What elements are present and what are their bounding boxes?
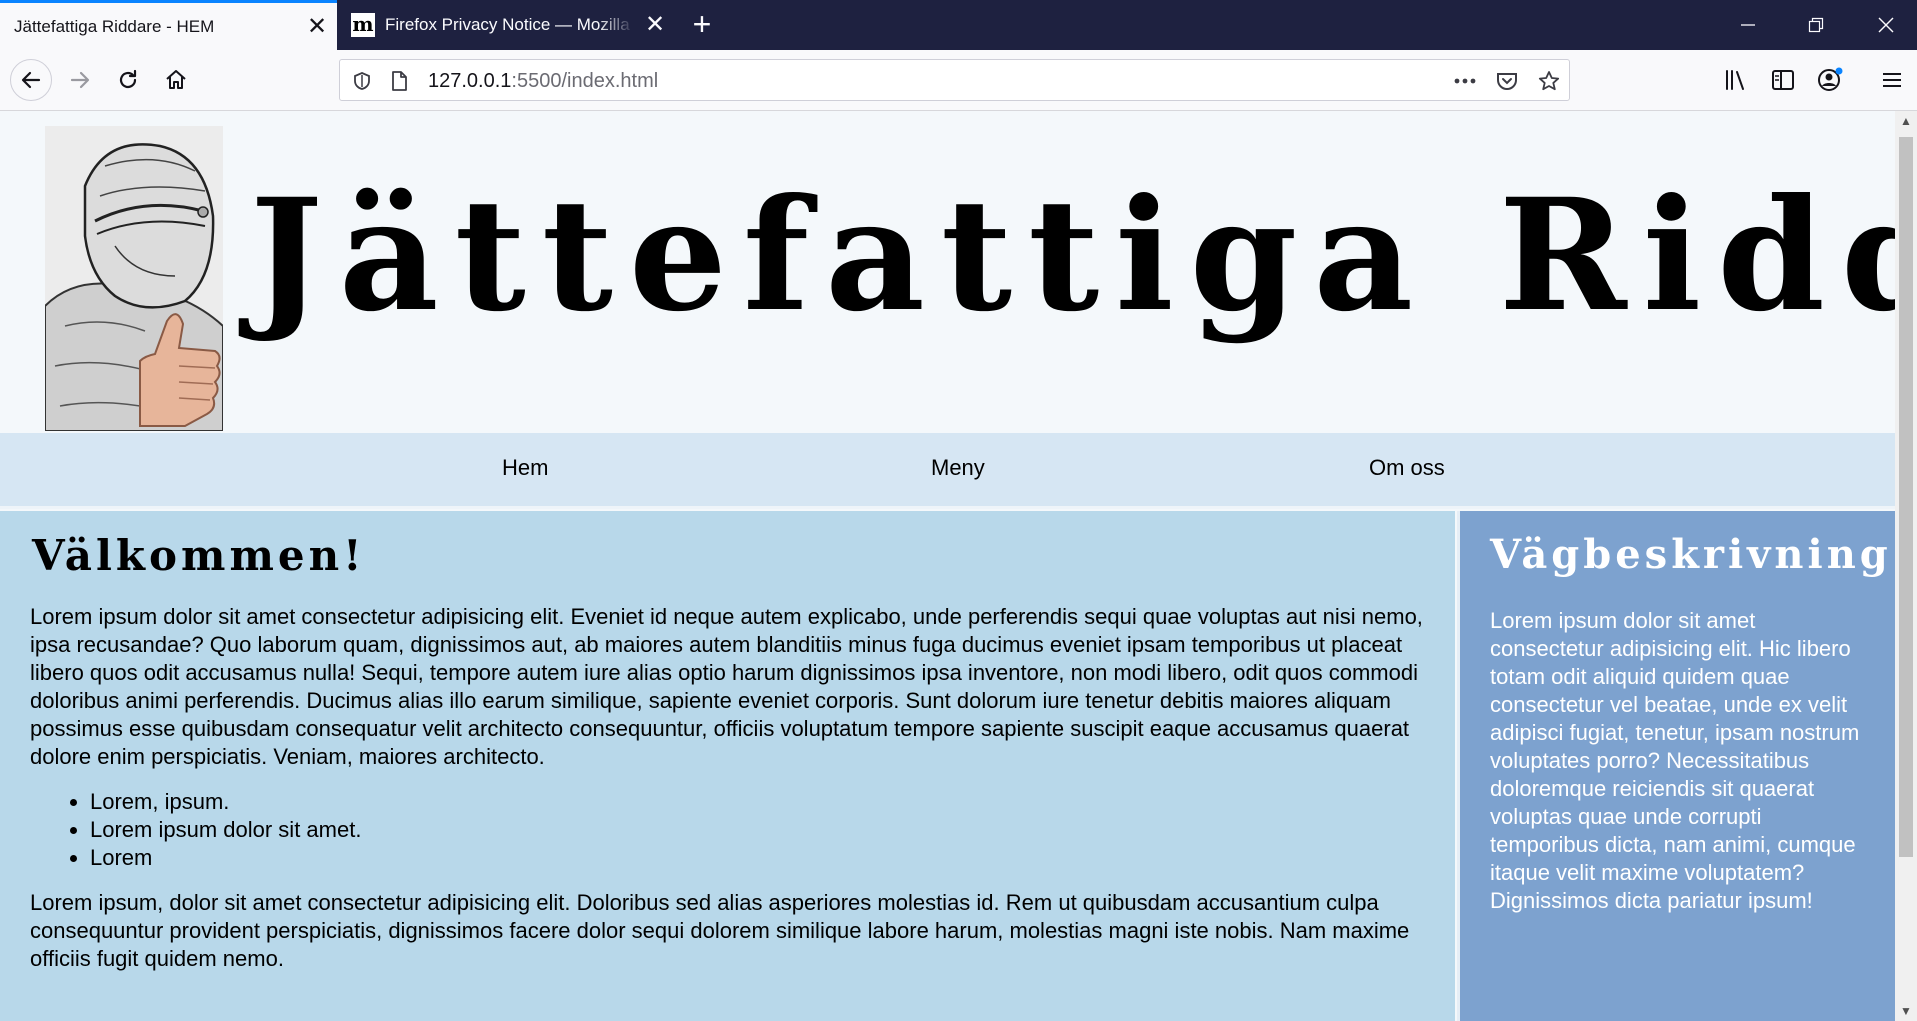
close-tab-icon[interactable]: ✕ bbox=[635, 13, 675, 37]
tab-strip: Jättefattiga Riddare - HEM ✕ m Firefox P… bbox=[0, 0, 1917, 50]
arrow-right-icon bbox=[70, 71, 90, 89]
second-paragraph: Lorem ipsum, dolor sit amet consectetur … bbox=[30, 890, 1410, 971]
main-navigation: Hem Meny Om oss bbox=[0, 433, 1895, 509]
account-icon bbox=[1818, 67, 1843, 91]
reload-button[interactable] bbox=[108, 60, 148, 100]
site-title: Jättefattiga Riddare bbox=[250, 165, 1895, 346]
reload-icon bbox=[119, 69, 137, 89]
tab-title: Firefox Privacy Notice — Mozilla bbox=[385, 15, 630, 34]
url-text[interactable]: 127.0.0.1:5500/index.html bbox=[428, 70, 658, 93]
tracking-protection-shield-icon[interactable] bbox=[347, 66, 377, 96]
home-button[interactable] bbox=[156, 60, 196, 100]
library-icon bbox=[1726, 70, 1744, 90]
bullet-list: Lorem, ipsum. Lorem ipsum dolor sit amet… bbox=[90, 788, 361, 872]
minimize-icon bbox=[1741, 24, 1755, 26]
list-item: Lorem bbox=[90, 844, 361, 872]
nav-link-om-oss[interactable]: Om oss bbox=[1369, 455, 1445, 481]
page-info-icon[interactable] bbox=[384, 66, 414, 96]
sidebar-toggle-button[interactable] bbox=[1763, 60, 1803, 100]
web-page: Jättefattiga Riddare Hem Meny Om oss Väl… bbox=[0, 111, 1895, 1021]
knight-thumbs-up-logo bbox=[45, 126, 223, 431]
directions-heading: Vägbeskrivning bbox=[1490, 531, 1892, 578]
navigation-toolbar: 127.0.0.1:5500/index.html bbox=[0, 50, 1917, 111]
tab-active[interactable]: Jättefattiga Riddare - HEM ✕ bbox=[0, 0, 337, 50]
close-tab-icon[interactable]: ✕ bbox=[297, 14, 337, 39]
welcome-heading: Välkommen! bbox=[32, 531, 366, 580]
restore-button[interactable] bbox=[1788, 0, 1844, 50]
app-menu-button[interactable] bbox=[1872, 60, 1912, 100]
forward-button[interactable] bbox=[60, 60, 100, 100]
main-content: Välkommen! Lorem ipsum dolor sit amet co… bbox=[0, 511, 1455, 1021]
pocket-icon[interactable] bbox=[1492, 66, 1522, 96]
url-bar[interactable]: 127.0.0.1:5500/index.html bbox=[339, 59, 1570, 101]
minimize-button[interactable] bbox=[1720, 0, 1776, 50]
scrollbar-thumb[interactable] bbox=[1899, 137, 1913, 857]
sidebar-icon bbox=[1772, 70, 1794, 90]
list-item: Lorem, ipsum. bbox=[90, 788, 361, 816]
directions-text: Lorem ipsum dolor sit amet consectetur a… bbox=[1490, 608, 1860, 913]
account-button[interactable] bbox=[1810, 60, 1850, 100]
nav-link-hem[interactable]: Hem bbox=[502, 455, 548, 481]
arrow-left-icon bbox=[21, 71, 41, 89]
tab-title: Jättefattiga Riddare - HEM bbox=[14, 16, 215, 36]
scroll-down-arrow-icon[interactable]: ▼ bbox=[1895, 1001, 1917, 1021]
library-button[interactable] bbox=[1716, 60, 1756, 100]
close-window-button[interactable] bbox=[1858, 0, 1914, 50]
new-tab-button[interactable]: + bbox=[685, 8, 719, 42]
nav-link-meny[interactable]: Meny bbox=[931, 455, 985, 481]
intro-paragraph: Lorem ipsum dolor sit amet consectetur a… bbox=[30, 604, 1423, 769]
site-header: Jättefattiga Riddare bbox=[0, 111, 1895, 433]
tab-inactive[interactable]: m Firefox Privacy Notice — Mozilla ✕ bbox=[337, 0, 675, 50]
back-button[interactable] bbox=[10, 59, 52, 101]
directions-sidebar: Vägbeskrivning Lorem ipsum dolor sit ame… bbox=[1457, 511, 1895, 1021]
mozilla-favicon-icon: m bbox=[351, 12, 375, 37]
page-scrollbar[interactable]: ▲ ▼ bbox=[1895, 111, 1917, 1021]
list-item: Lorem ipsum dolor sit amet. bbox=[90, 816, 361, 844]
home-icon bbox=[166, 70, 186, 89]
close-icon bbox=[1878, 17, 1894, 33]
bookmark-star-icon[interactable] bbox=[1534, 66, 1564, 96]
hamburger-menu-icon bbox=[1883, 73, 1901, 87]
restore-icon bbox=[1808, 17, 1824, 33]
more-actions-icon[interactable] bbox=[1450, 66, 1480, 96]
scroll-up-arrow-icon[interactable]: ▲ bbox=[1895, 111, 1917, 131]
